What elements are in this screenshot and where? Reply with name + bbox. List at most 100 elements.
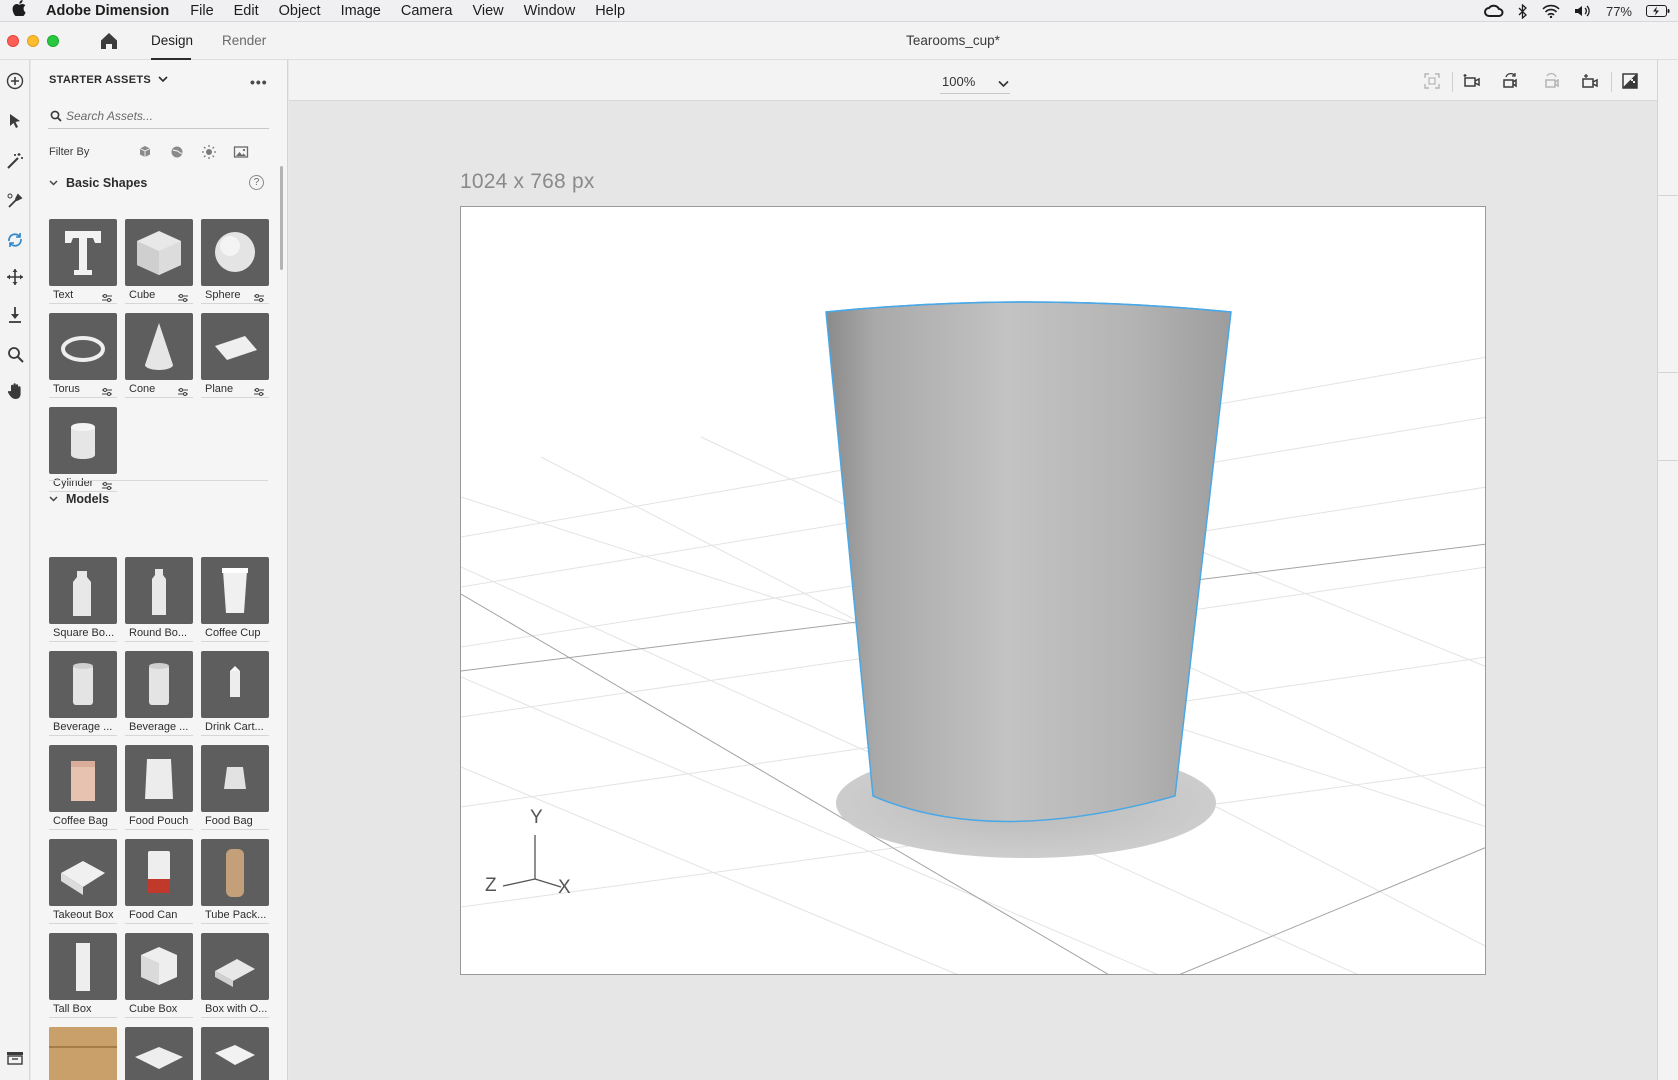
dolly-tool-icon[interactable] — [4, 304, 26, 326]
asset-tile-model-2[interactable]: Round Bo... — [125, 557, 193, 642]
cup-model[interactable] — [825, 301, 1232, 823]
magic-wand-tool-icon[interactable] — [4, 150, 26, 172]
render-preview-icon[interactable] — [1620, 71, 1640, 91]
pan-hand-tool-icon[interactable] — [4, 380, 26, 402]
asset-tile-model-4[interactable]: Beverage ... — [49, 651, 117, 736]
bluetooth-icon[interactable] — [1518, 3, 1528, 19]
macos-menubar: Adobe Dimension File Edit Object Image C… — [0, 0, 1678, 22]
layers-panel-toggle-icon[interactable] — [4, 1047, 26, 1069]
asset-tile-model-10[interactable]: Takeout Box — [49, 839, 117, 924]
asset-tile-model-11[interactable]: Food Can — [125, 839, 193, 924]
asset-tile-cube[interactable]: Cube — [125, 219, 193, 304]
asset-tile-torus[interactable]: Torus — [49, 313, 117, 398]
menu-app-name[interactable]: Adobe Dimension — [46, 3, 169, 19]
filter-by-label: Filter By — [49, 146, 90, 158]
models-section-toggle[interactable]: Models — [49, 492, 109, 506]
volume-icon[interactable] — [1574, 4, 1592, 18]
asset-thumbnail — [201, 557, 269, 624]
shape-options-icon[interactable] — [101, 290, 113, 302]
scene-canvas[interactable]: Y X Z — [460, 206, 1486, 975]
asset-label: Square Bo... — [53, 627, 115, 639]
asset-label: Food Bag — [205, 815, 253, 827]
sample-tool-icon[interactable] — [4, 190, 26, 212]
filter-materials-icon[interactable] — [169, 144, 185, 160]
help-icon[interactable]: ? — [249, 175, 264, 190]
zoom-dropdown[interactable]: 100% — [940, 72, 1010, 94]
asset-thumbnail — [125, 313, 193, 380]
wifi-icon[interactable] — [1542, 4, 1560, 18]
redo-camera-icon[interactable] — [1542, 71, 1562, 91]
orbit-tool-icon[interactable] — [4, 229, 26, 251]
chevron-down-icon — [49, 178, 58, 188]
menu-file[interactable]: File — [190, 3, 213, 19]
menu-image[interactable]: Image — [341, 3, 381, 19]
scene-render[interactable] — [461, 207, 1486, 975]
undo-camera-icon[interactable] — [1500, 71, 1520, 91]
tile-underline — [201, 641, 269, 642]
shape-options-icon[interactable] — [101, 384, 113, 396]
menu-edit[interactable]: Edit — [234, 3, 259, 19]
search-input[interactable] — [66, 105, 266, 127]
tile-underline — [49, 829, 117, 830]
add-icon[interactable] — [4, 70, 26, 92]
shape-options-icon[interactable] — [253, 384, 265, 396]
more-options-icon[interactable]: ••• — [250, 74, 268, 90]
filter-images-icon[interactable] — [233, 144, 249, 160]
asset-tile-model-13[interactable]: Tall Box — [49, 933, 117, 1018]
filter-models-icon[interactable] — [137, 144, 153, 160]
camera-bookmark-icon[interactable] — [1462, 71, 1482, 91]
asset-tile-cone[interactable]: Cone — [125, 313, 193, 398]
asset-tile-model-partial[interactable] — [125, 1027, 193, 1080]
select-tool-icon[interactable] — [4, 110, 26, 132]
camera-settings-icon[interactable] — [1580, 71, 1600, 91]
zoom-tool-icon[interactable] — [4, 343, 26, 365]
properties-panel-collapsed[interactable] — [1657, 60, 1678, 1080]
assets-panel: STARTER ASSETS ••• Filter By Basic Shape… — [31, 60, 288, 1080]
menu-window[interactable]: Window — [524, 3, 576, 19]
axis-x-label: X — [558, 877, 571, 898]
asset-tile-model-12[interactable]: Tube Pack... — [201, 839, 269, 924]
asset-tile-model-partial[interactable] — [49, 1027, 117, 1080]
asset-tile-model-15[interactable]: Box with O... — [201, 933, 269, 1018]
menu-camera[interactable]: Camera — [401, 3, 453, 19]
asset-tile-model-1[interactable]: Square Bo... — [49, 557, 117, 642]
menu-object[interactable]: Object — [279, 3, 321, 19]
asset-tile-model-8[interactable]: Food Pouch — [125, 745, 193, 830]
frame-selection-icon[interactable] — [1422, 71, 1442, 91]
shape-options-icon[interactable] — [177, 384, 189, 396]
asset-label: Tube Pack... — [205, 909, 267, 921]
asset-label: Cube Box — [129, 1003, 178, 1015]
menu-view[interactable]: View — [472, 3, 503, 19]
asset-tile-model-7[interactable]: Coffee Bag — [49, 745, 117, 830]
toolbar-separator — [1611, 72, 1612, 92]
asset-tile-sphere[interactable]: Sphere — [201, 219, 269, 304]
asset-tile-model-5[interactable]: Beverage ... — [125, 651, 193, 736]
asset-tile-model-6[interactable]: Drink Cart... — [201, 651, 269, 736]
tile-underline — [125, 735, 193, 736]
menu-help[interactable]: Help — [595, 3, 625, 19]
asset-tile-plane[interactable]: Plane — [201, 313, 269, 398]
assets-scrollbar[interactable] — [280, 166, 283, 270]
filter-lights-icon[interactable] — [201, 144, 217, 160]
creative-cloud-icon[interactable] — [1483, 4, 1504, 18]
battery-charging-icon[interactable] — [1646, 5, 1670, 17]
asset-tile-text[interactable]: Text — [49, 219, 117, 304]
tile-underline — [201, 923, 269, 924]
asset-tile-model-3[interactable]: Coffee Cup — [201, 557, 269, 642]
apple-menu-icon[interactable] — [12, 0, 32, 21]
move-tool-icon[interactable] — [4, 266, 26, 288]
status-icons: 77% — [1483, 0, 1670, 22]
asset-tile-model-partial[interactable] — [201, 1027, 269, 1080]
shape-options-icon[interactable] — [253, 290, 265, 302]
asset-tile-model-9[interactable]: Food Bag — [201, 745, 269, 830]
section-divider — [49, 480, 268, 481]
shape-options-icon[interactable] — [177, 290, 189, 302]
basic-shapes-section-toggle[interactable]: Basic Shapes — [49, 176, 147, 190]
assets-header-label: STARTER ASSETS — [49, 74, 151, 86]
asset-thumbnail — [49, 219, 117, 286]
asset-thumbnail — [201, 745, 269, 812]
asset-thumbnail — [125, 651, 193, 718]
asset-tile-model-14[interactable]: Cube Box — [125, 933, 193, 1018]
starter-assets-dropdown[interactable]: STARTER ASSETS — [49, 74, 168, 86]
search-icon — [50, 110, 62, 122]
